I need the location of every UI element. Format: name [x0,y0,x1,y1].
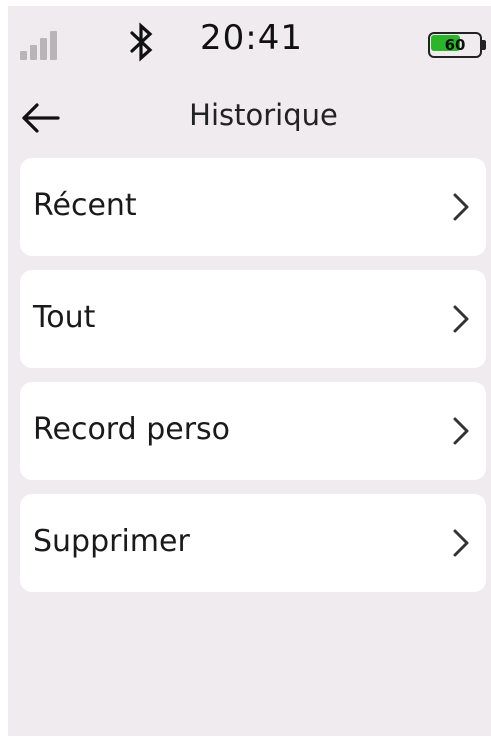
menu-list: Récent Tout Record perso Supprimer [20,158,486,606]
chevron-right-icon [453,305,469,333]
chevron-right-icon [453,529,469,557]
menu-item-label: Récent [33,188,137,223]
menu-item-label: Tout [33,300,96,335]
menu-item-label: Record perso [33,412,231,447]
status-bar: 20:41 60 [8,6,491,80]
signal-icon [20,30,60,60]
menu-item-delete[interactable]: Supprimer [20,494,486,592]
battery-level: 60 [444,36,466,54]
menu-item-recent[interactable]: Récent [20,158,486,256]
page-title: Historique [189,98,338,132]
chevron-right-icon [453,417,469,445]
menu-item-label: Supprimer [33,524,190,559]
bluetooth-icon [130,22,153,62]
battery-icon: 60 [428,32,488,60]
chevron-right-icon [453,193,469,221]
menu-item-personal-record[interactable]: Record perso [20,382,486,480]
menu-item-all[interactable]: Tout [20,270,486,368]
status-time: 20:41 [200,18,303,58]
header: Historique [8,88,491,148]
screen: 20:41 60 Historique Récent Tout Record p… [8,6,491,736]
